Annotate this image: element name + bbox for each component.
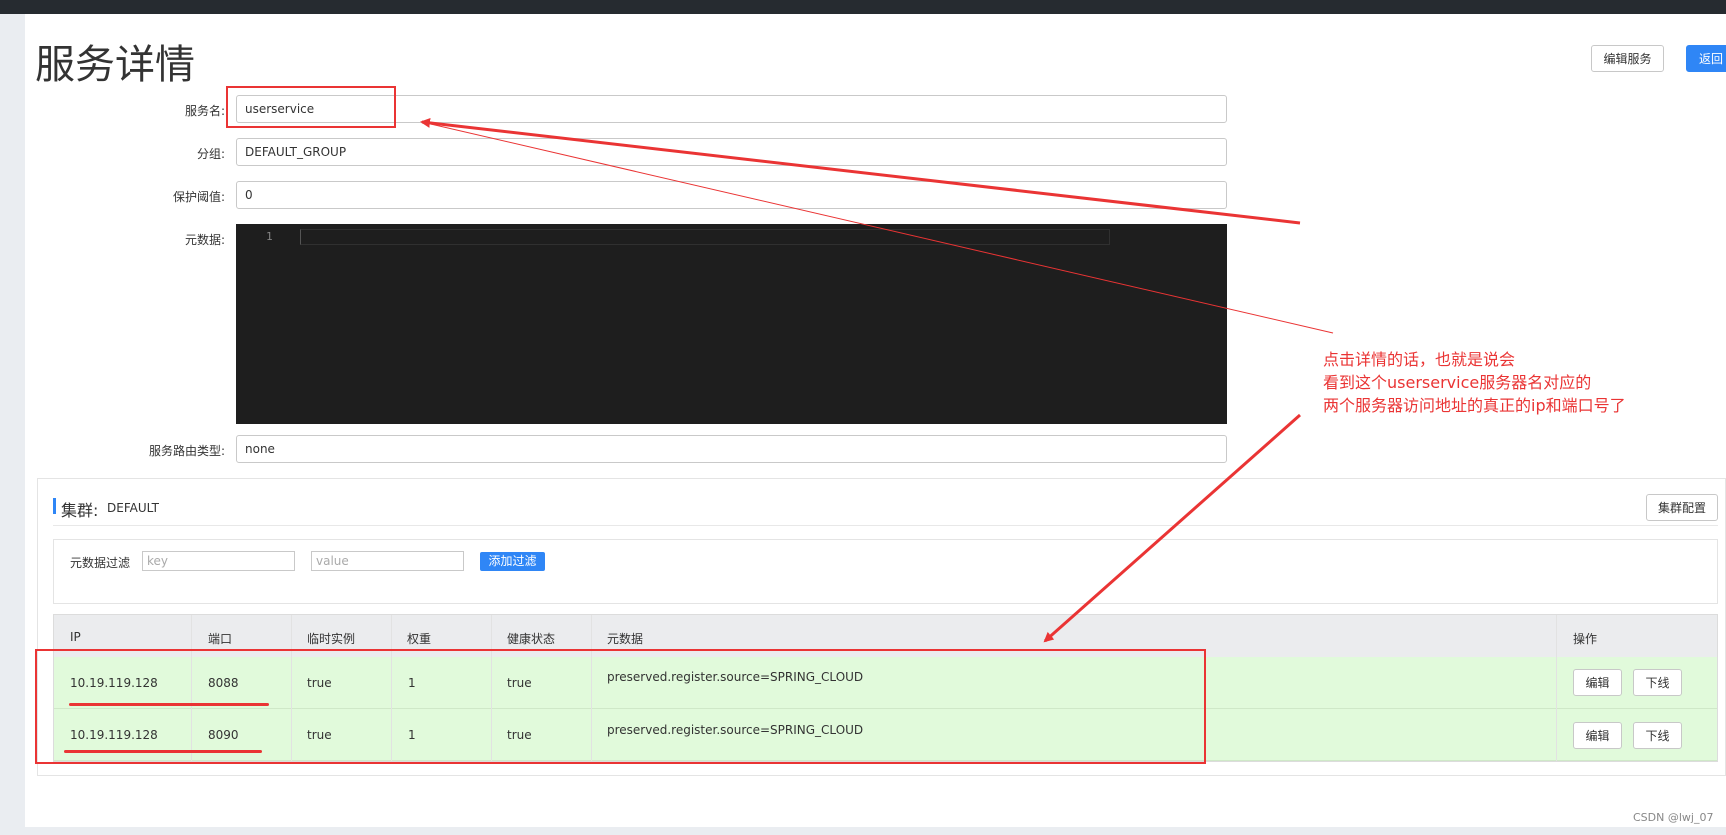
annotation-arrow-thin [421,121,1334,334]
annotation-line: 两个服务器访问地址的真正的ip和端口号了 [1323,396,1626,415]
annotation-line: 点击详情的话，也就是说会 [1323,350,1516,369]
annotation-arrow-to-service-name [420,117,1301,225]
annotation-line: 看到这个userservice服务器名对应的 [1323,373,1592,392]
annotation-note: 点击详情的话，也就是说会 看到这个userservice服务器名对应的 两个服务… [1323,348,1626,417]
watermark: CSDN @lwj_07 [1633,811,1714,824]
annotation-arrows [420,117,1334,643]
annotation-arrow-to-instances [1043,413,1301,643]
